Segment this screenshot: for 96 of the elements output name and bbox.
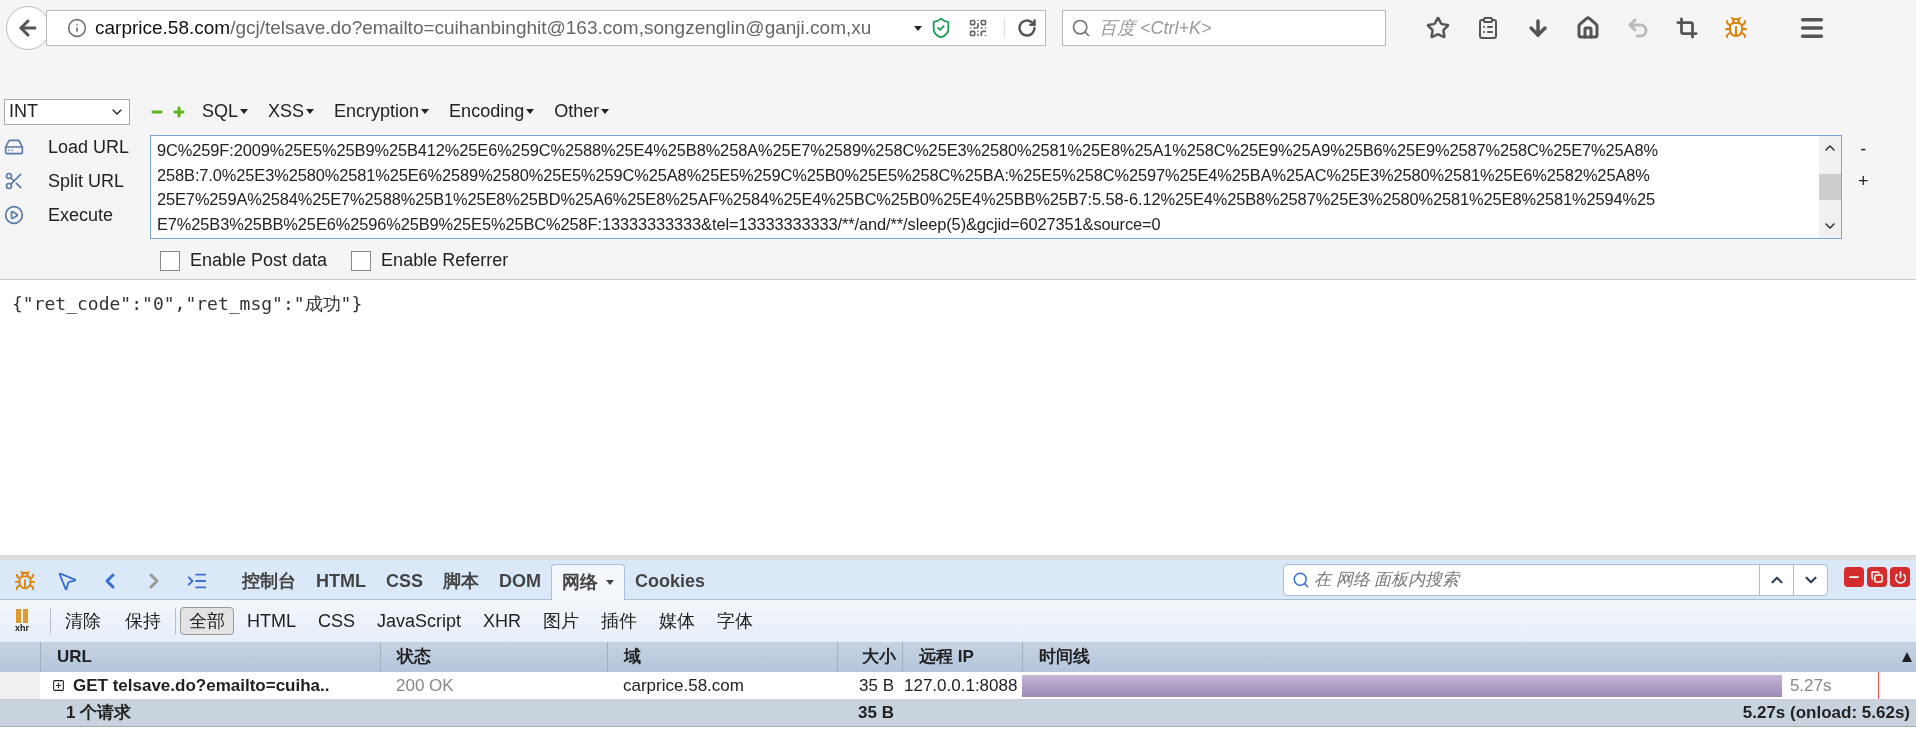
checkbox[interactable] <box>160 250 180 271</box>
panel-tab[interactable]: 控制台 <box>232 563 306 599</box>
total-size: 35 B <box>858 703 894 723</box>
filter-button[interactable]: 全部 <box>180 607 234 635</box>
detach-button[interactable] <box>1867 567 1887 587</box>
plus-icon[interactable] <box>172 104 186 119</box>
search-icon <box>1071 18 1091 38</box>
filter-button[interactable]: HTML <box>238 607 305 635</box>
column-header[interactable]: URL <box>57 644 92 670</box>
panel-tab[interactable]: 网络 <box>551 564 625 600</box>
info-icon <box>67 18 87 38</box>
search-icon <box>1292 571 1310 589</box>
expand-icon <box>52 679 65 692</box>
caret-icon <box>306 109 315 114</box>
reading-list-icon[interactable] <box>1476 16 1500 40</box>
column-header[interactable]: 状态 <box>397 644 431 670</box>
domain-cell-text: carprice.58.com <box>623 674 744 697</box>
filter-button[interactable]: 插件 <box>592 607 647 635</box>
filter-button[interactable]: XHR <box>474 607 531 635</box>
action-button[interactable]: Split URL <box>48 167 125 195</box>
address-text: carprice.58.com/gcj/telsave.do?emailto=cuihanbinghit@163.com,songzenglin@ganji.com,xu <box>95 15 873 40</box>
filter-button[interactable]: 图片 <box>534 607 589 635</box>
request-url[interactable]: GET telsave.do?emailto=cuiha.. <box>73 672 330 699</box>
caret-icon <box>606 580 614 585</box>
type-select[interactable]: INT <box>4 98 130 125</box>
menu-dropdown[interactable]: Other <box>550 98 614 125</box>
caret-icon <box>601 109 610 114</box>
filter-button[interactable]: 媒体 <box>650 607 705 635</box>
side-button[interactable]: + <box>1858 171 1869 191</box>
action-button[interactable]: Execute <box>48 201 114 229</box>
onload-marker <box>1878 672 1879 699</box>
minimize-button[interactable] <box>1844 567 1864 587</box>
download-icon[interactable] <box>1526 16 1550 40</box>
timeline-duration: 5.27s <box>1789 674 1832 697</box>
play-icon <box>4 205 24 225</box>
side-button[interactable]: - <box>1858 139 1869 159</box>
bug-icon[interactable] <box>1724 16 1748 40</box>
expand-toggle[interactable] <box>52 679 65 692</box>
action-button[interactable]: 保持 <box>115 607 171 635</box>
scrollbar[interactable] <box>1819 136 1841 238</box>
caret-icon <box>421 109 430 114</box>
address-bar[interactable]: carprice.58.com/gcj/telsave.do?emailto=cuihanbinghit@163.com,songzenglin@ganji.com,xu <box>46 10 1046 46</box>
panel-tab[interactable]: CSS <box>376 563 433 599</box>
filter-button[interactable]: CSS <box>309 607 364 635</box>
status-cell-text: 200 OK <box>396 674 454 697</box>
sort-arrow-icon[interactable] <box>1902 652 1912 662</box>
menu-dropdown[interactable]: Encryption <box>330 98 434 125</box>
bug-icon[interactable] <box>14 570 36 592</box>
search-input[interactable]: 百度 <Ctrl+K> <box>1099 14 1377 42</box>
qr-code-icon <box>968 18 988 38</box>
caret-icon <box>240 109 249 114</box>
filter-button[interactable]: 字体 <box>708 607 763 635</box>
checkbox-label: Enable Post data <box>190 249 328 272</box>
home-icon[interactable] <box>1576 16 1600 40</box>
panel-tab[interactable]: 脚本 <box>433 563 489 599</box>
remote-ip-cell-text: 127.0.0.1:8088 <box>904 674 1018 697</box>
total-time: 5.27s (onload: 5.62s) <box>1742 703 1910 723</box>
panel-tab[interactable]: DOM <box>489 563 551 599</box>
row-gutter <box>0 672 40 699</box>
power-button[interactable] <box>1890 567 1910 587</box>
inspect-pointer-icon[interactable] <box>56 570 78 592</box>
size-cell-text: 35 B <box>859 674 894 697</box>
table-row[interactable]: GET telsave.do?emailto=cuiha.. 200 OK carprice.58.com 35 B 127.0.0.1:8088 5.27s <box>0 672 1916 700</box>
caret-icon <box>526 109 535 114</box>
panel-search-input[interactable]: 在 网络 面板内搜索 <box>1314 567 1759 593</box>
action-button[interactable]: 清除 <box>55 607 111 635</box>
xhr-label: xhr <box>15 623 29 633</box>
url-textarea[interactable]: 9C%259F:2009%25E5%25B9%25B412%25E6%259C%2588%25E4%25B8%258A%25E7%2589%258C%25E3%2580%2581%25E8%25A1%258C%25E9%25A9%25B6%25E9%2587%258C%25E7%25A8% 258B:7.0%25E3%2580%2581%25E6%2589%2580%25E5%259C%25A8%25E5%259C%25B0%25E5%258C%25BA:%25E5%258C%2597%25E4%25BA%25AC%25E3%2580%2581%25E6%2582%25A8% 25E7%259A%2584%25E7%2588%25B1%25E8%25BD%25A6%25E8%25AF%2584%25E4%25BC%25B0%25E4%25BB%25B7:5.58-6.12%25E4%25B8%2587%25E3%2580%2581%25E8%2581%2594%25 E7%25B3%25BB%25E6%2596%25B9%25E5%25BC%258F:13333333333&tel=13333333333/**/and/**/sleep(5)&gcjid=6027351&source=0 <box>150 135 1842 239</box>
reload-icon <box>1017 18 1037 38</box>
response-text: {"ret_code":"0","ret_msg":"成功"} <box>12 293 363 314</box>
scissors-icon <box>4 171 24 191</box>
column-header[interactable]: 远程 IP <box>919 644 974 670</box>
detach-icon <box>1871 571 1883 583</box>
shield-icon <box>930 17 952 39</box>
reload-button[interactable] <box>1004 18 1037 38</box>
action-button[interactable]: Load URL <box>48 133 130 161</box>
panel-tab[interactable]: HTML <box>306 563 376 599</box>
search-field[interactable]: 百度 <Ctrl+K> <box>1062 10 1386 46</box>
power-icon <box>1893 570 1907 584</box>
menu-dropdown[interactable]: SQL <box>198 98 253 125</box>
column-header[interactable]: 大小 <box>862 644 896 670</box>
filter-button[interactable]: JavaScript <box>368 607 471 635</box>
crop-icon[interactable] <box>1676 17 1698 39</box>
checkbox[interactable] <box>351 250 372 271</box>
column-header[interactable]: 域 <box>624 644 641 670</box>
panel-tab[interactable]: Cookies <box>625 563 716 599</box>
menu-dropdown[interactable]: Encoding <box>445 98 539 125</box>
drive-icon <box>4 137 24 157</box>
bookmark-star-icon[interactable] <box>1426 16 1450 40</box>
panel-search-field[interactable]: 在 网络 面板内搜索 <box>1283 564 1828 596</box>
checkbox-label: Enable Referrer <box>381 249 509 272</box>
dropdown-icon <box>914 25 922 31</box>
menu-dropdown[interactable]: XSS <box>264 98 319 125</box>
request-count: 1 个请求 <box>66 703 132 723</box>
column-header[interactable]: 时间线 <box>1039 644 1090 670</box>
xhr-bars-icon <box>16 609 28 623</box>
